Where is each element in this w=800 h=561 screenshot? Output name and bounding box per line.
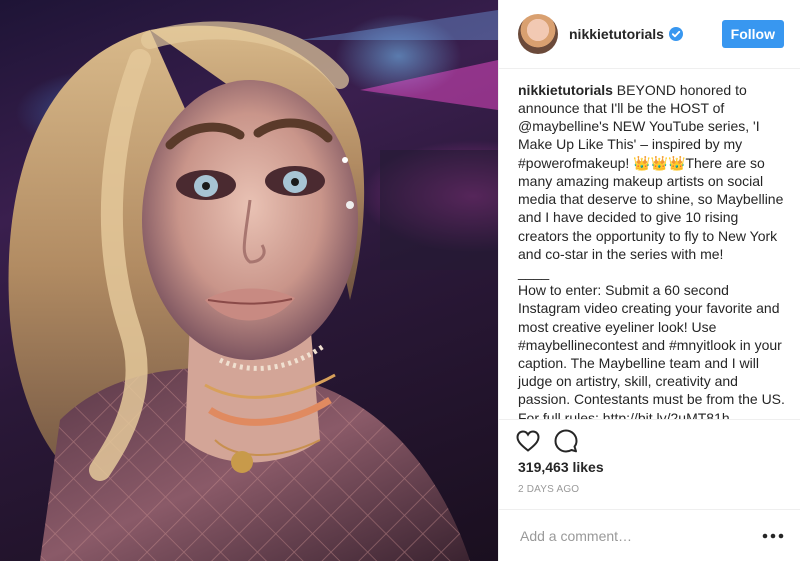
caption-username-link[interactable]: nikkietutorials — [518, 82, 613, 98]
action-bar — [499, 419, 800, 455]
more-options-icon[interactable] — [762, 533, 784, 539]
post-sidebar: nikkietutorials Follow nikkietutorials B… — [498, 0, 800, 561]
instagram-post: nikkietutorials Follow nikkietutorials B… — [0, 0, 800, 561]
selfie-image — [8, 10, 498, 561]
follow-button[interactable]: Follow — [721, 19, 784, 48]
heart-icon[interactable] — [516, 430, 540, 452]
post-photo[interactable] — [0, 0, 498, 561]
avatar[interactable] — [518, 13, 558, 54]
caption: nikkietutorials BEYOND honored to announ… — [499, 69, 800, 419]
verified-badge-icon — [668, 26, 683, 41]
caption-separator: ____ — [518, 263, 550, 280]
caption-text-entry-rules: How to enter: Submit a 60 second Instagr… — [518, 282, 785, 420]
post-date[interactable]: 2 DAYS AGO — [499, 479, 800, 509]
comment-input[interactable] — [518, 526, 752, 545]
caption-paragraph: nikkietutorials BEYOND honored to announ… — [518, 81, 788, 263]
username-link[interactable]: nikkietutorials — [569, 26, 664, 42]
caption-text: BEYOND honored to announce that I'll be … — [518, 81, 784, 262]
comment-box — [499, 509, 800, 561]
comment-icon[interactable] — [554, 429, 578, 453]
post-header: nikkietutorials Follow — [499, 0, 800, 69]
likes-count[interactable]: 319,463 likes — [499, 455, 800, 479]
